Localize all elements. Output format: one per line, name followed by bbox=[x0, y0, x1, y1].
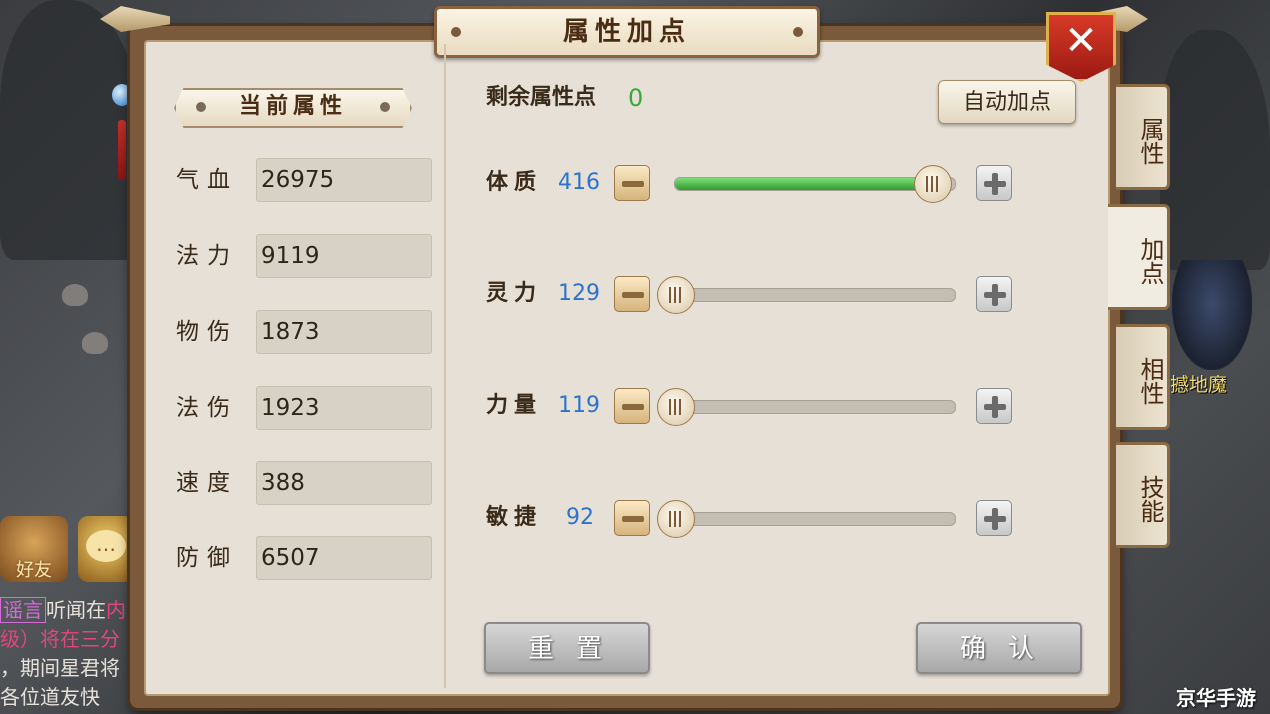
attribute-row-strength: 力量 119 bbox=[486, 384, 1026, 428]
attribute-value: 119 bbox=[558, 393, 600, 418]
tab-label: 加点 bbox=[1136, 237, 1164, 285]
stat-row-magic-damage: 法伤 1923 bbox=[176, 386, 432, 430]
stat-row-speed: 速度 388 bbox=[176, 461, 432, 505]
window-title: 属性加点 bbox=[562, 17, 691, 47]
increase-button[interactable] bbox=[976, 165, 1012, 201]
tab-skills[interactable]: 技能 bbox=[1116, 442, 1170, 548]
stat-label: 防御 bbox=[176, 545, 238, 571]
orb-icon bbox=[112, 84, 132, 106]
grip-icon bbox=[669, 399, 683, 415]
tassel-icon bbox=[118, 120, 126, 180]
decrease-button[interactable] bbox=[614, 165, 650, 201]
auto-allocate-button[interactable]: 自动加点 bbox=[938, 80, 1076, 124]
attribute-label: 力量 bbox=[486, 393, 543, 418]
stat-value: 6507 bbox=[261, 545, 320, 571]
stat-value: 9119 bbox=[261, 243, 320, 269]
attribute-value: 92 bbox=[566, 505, 594, 530]
confirm-button[interactable]: 确认 bbox=[916, 622, 1082, 674]
stat-value-box: 1873 bbox=[256, 310, 432, 354]
watermark: 京华手游 bbox=[1176, 686, 1256, 710]
stat-row-mana: 法力 9119 bbox=[176, 234, 432, 278]
stat-row-defense: 防御 6507 bbox=[176, 536, 432, 580]
tab-attributes[interactable]: 属性 bbox=[1116, 84, 1170, 190]
background-rock bbox=[1160, 30, 1270, 270]
stat-value: 1873 bbox=[261, 319, 320, 345]
grip-icon bbox=[669, 287, 683, 303]
attribute-row-spirit: 灵力 129 bbox=[486, 272, 1026, 316]
attribute-label: 体质 bbox=[486, 170, 543, 195]
stat-value-box: 1923 bbox=[256, 386, 432, 430]
tab-label: 属性 bbox=[1136, 117, 1164, 165]
monster-sprite[interactable] bbox=[1172, 260, 1252, 370]
stat-label: 法力 bbox=[176, 243, 238, 269]
tab-affinity[interactable]: 相性 bbox=[1116, 324, 1170, 430]
attribute-slider[interactable] bbox=[657, 388, 956, 426]
stat-label: 物伤 bbox=[176, 319, 238, 345]
tab-label: 技能 bbox=[1136, 475, 1164, 523]
current-attributes-heading: 当前属性 bbox=[174, 88, 412, 128]
skull-decoration bbox=[62, 284, 88, 306]
attribute-slider[interactable] bbox=[674, 165, 956, 203]
tab-add-points[interactable]: 加点 bbox=[1108, 204, 1170, 310]
stat-value-box: 26975 bbox=[256, 158, 432, 202]
stat-row-physical-damage: 物伤 1873 bbox=[176, 310, 432, 354]
attribute-label: 敏捷 bbox=[486, 505, 543, 530]
stat-value-box: 9119 bbox=[256, 234, 432, 278]
attribute-slider[interactable] bbox=[657, 500, 956, 538]
slider-knob[interactable] bbox=[913, 165, 952, 203]
tab-label: 相性 bbox=[1136, 357, 1164, 405]
remaining-points-value: 0 bbox=[628, 84, 644, 112]
increase-button[interactable] bbox=[976, 388, 1012, 424]
monster-name: 撼地魔 bbox=[1170, 374, 1228, 396]
stat-label: 气血 bbox=[176, 167, 238, 193]
attribute-value: 129 bbox=[558, 281, 600, 306]
friend-button[interactable]: 好友 bbox=[0, 516, 68, 582]
chat-button[interactable]: … bbox=[78, 516, 134, 582]
current-attributes-section bbox=[148, 44, 446, 688]
reset-button[interactable]: 重置 bbox=[484, 622, 650, 674]
decrease-button[interactable] bbox=[614, 388, 650, 424]
attribute-row-agility: 敏捷 92 bbox=[486, 496, 1026, 540]
stat-value-box: 6507 bbox=[256, 536, 432, 580]
stat-label: 法伤 bbox=[176, 395, 238, 421]
chat-tag: 谣言 bbox=[0, 597, 46, 623]
minus-icon bbox=[622, 516, 644, 522]
chat-bubble-icon: … bbox=[86, 530, 126, 562]
slider-knob[interactable] bbox=[657, 500, 695, 538]
close-icon: ✕ bbox=[1064, 18, 1098, 64]
minus-icon bbox=[622, 404, 644, 410]
chat-line: 各位道友快 bbox=[0, 685, 100, 709]
increase-button[interactable] bbox=[976, 500, 1012, 536]
attribute-label: 灵力 bbox=[486, 281, 543, 306]
increase-button[interactable] bbox=[976, 276, 1012, 312]
decrease-button[interactable] bbox=[614, 276, 650, 312]
remaining-points-label: 剩余属性点 bbox=[486, 85, 597, 110]
stat-value: 26975 bbox=[261, 167, 335, 193]
chat-line: ，期间星君将 bbox=[0, 656, 120, 680]
slider-knob[interactable] bbox=[657, 388, 695, 426]
title-plaque: 属性加点 bbox=[434, 6, 820, 58]
chat-line: 谣言 听闻在内 bbox=[0, 596, 140, 625]
chat-line: 级）将在三分 bbox=[0, 627, 120, 651]
slider-fill bbox=[675, 178, 932, 190]
minus-icon bbox=[622, 181, 644, 187]
chat-log: 谣言 听闻在内 级）将在三分 ，期间星君将 各位道友快 bbox=[0, 596, 140, 712]
decrease-button[interactable] bbox=[614, 500, 650, 536]
attribute-slider[interactable] bbox=[657, 276, 956, 314]
attribute-value: 416 bbox=[558, 170, 600, 195]
stat-label: 速度 bbox=[176, 470, 238, 496]
stat-row-hp: 气血 26975 bbox=[176, 158, 432, 202]
attribute-row-constitution: 体质 416 bbox=[486, 161, 1026, 205]
stat-value: 1923 bbox=[261, 395, 320, 421]
stat-value-box: 388 bbox=[256, 461, 432, 505]
grip-icon bbox=[925, 176, 940, 192]
stat-value: 388 bbox=[261, 470, 305, 496]
minus-icon bbox=[622, 292, 644, 298]
skull-decoration bbox=[82, 332, 108, 354]
friend-button-label: 好友 bbox=[16, 560, 52, 581]
slider-knob[interactable] bbox=[657, 276, 695, 314]
grip-icon bbox=[669, 511, 683, 527]
